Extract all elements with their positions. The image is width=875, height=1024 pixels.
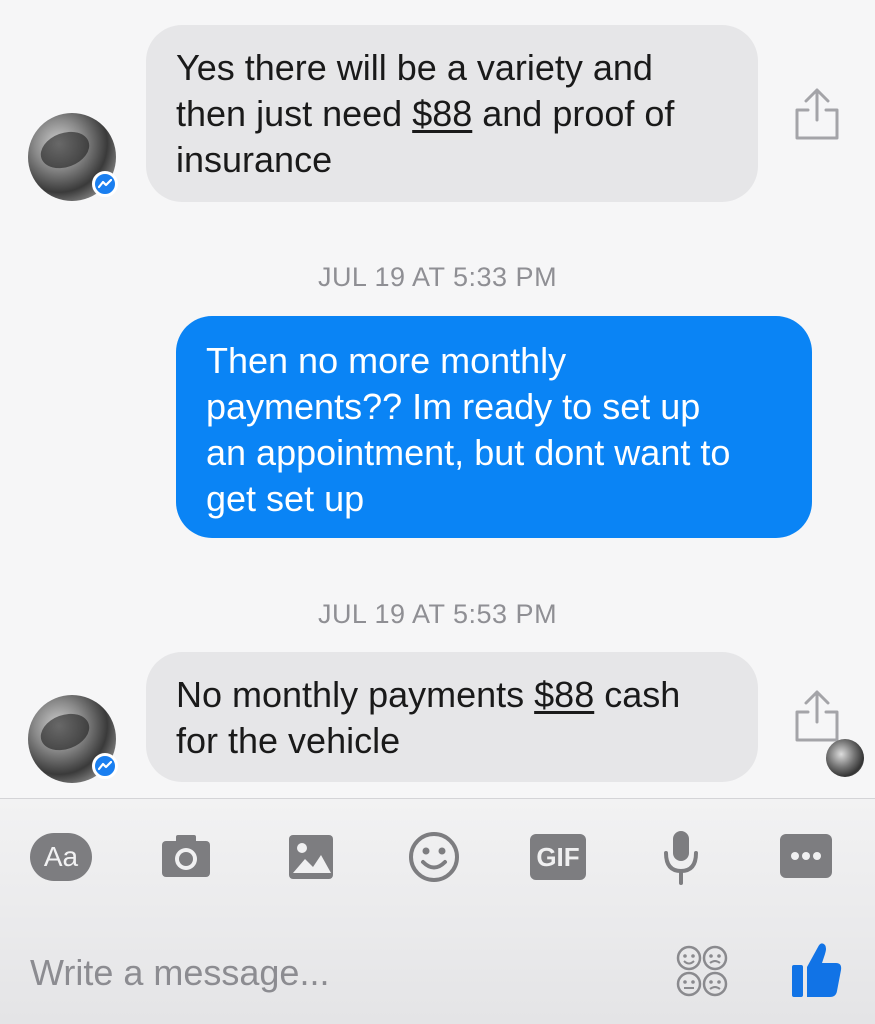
- message-line: No monthly payments $88 cash: [176, 674, 681, 715]
- messenger-badge-icon: [92, 753, 118, 779]
- share-icon[interactable]: [794, 86, 840, 142]
- like-icon[interactable]: [788, 939, 844, 999]
- message-bubble-outgoing[interactable]: Then no more monthly payments?? Im ready…: [176, 316, 812, 538]
- message-line: Yes there will be a variety and: [176, 47, 653, 88]
- microphone-icon[interactable]: [662, 829, 700, 885]
- message-thread: Yes there will be a variety and then jus…: [0, 0, 875, 800]
- share-icon[interactable]: [794, 688, 840, 744]
- gif-icon[interactable]: GIF: [530, 834, 586, 880]
- amount-link[interactable]: $88: [534, 674, 594, 715]
- amount-link[interactable]: $88: [412, 93, 472, 134]
- message-line: insurance: [176, 139, 333, 180]
- timestamp: JUL 19 AT 5:53 PM: [317, 599, 558, 629]
- sticker-icon[interactable]: [674, 945, 730, 997]
- timestamp: JUL 19 AT 5:33 PM: [317, 262, 558, 292]
- message-line: get set up: [206, 478, 365, 519]
- messenger-badge-icon: [92, 171, 118, 197]
- emoji-icon[interactable]: [408, 831, 460, 883]
- message-line: then just need $88 and proof of: [176, 93, 675, 134]
- message-line: an appointment, but dont want to: [206, 432, 731, 473]
- text-format-button[interactable]: Aa: [30, 833, 92, 881]
- seen-receipt-avatar: [826, 739, 864, 777]
- contact-avatar[interactable]: [28, 695, 118, 783]
- image-icon[interactable]: [287, 833, 335, 881]
- message-line: for the vehicle: [176, 720, 401, 761]
- message-bubble-incoming[interactable]: No monthly payments $88 cash for the veh…: [146, 652, 758, 782]
- message-bubble-incoming[interactable]: Yes there will be a variety and then jus…: [146, 25, 758, 202]
- message-input[interactable]: Write a message...: [30, 952, 329, 994]
- more-icon[interactable]: [780, 834, 832, 878]
- camera-icon[interactable]: [160, 833, 212, 879]
- message-line: Then no more monthly: [206, 340, 567, 381]
- contact-avatar[interactable]: [28, 113, 118, 201]
- message-line: payments?? Im ready to set up: [206, 386, 701, 427]
